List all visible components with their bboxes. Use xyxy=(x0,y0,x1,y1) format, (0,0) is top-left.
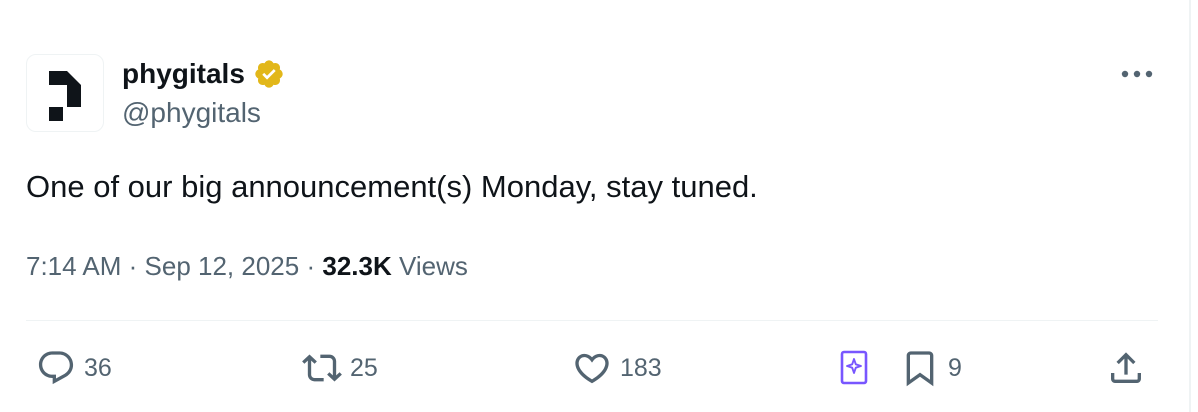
retweet-count: 25 xyxy=(350,353,378,382)
views-label: Views xyxy=(398,251,468,281)
share-button[interactable] xyxy=(1106,348,1146,388)
like-button[interactable]: 183 xyxy=(572,348,662,388)
display-name[interactable]: phygitals xyxy=(122,58,245,90)
meta-separator: · xyxy=(306,251,323,281)
tweet-card: phygitals @phygitals One of our big anno… xyxy=(0,0,1198,412)
avatar[interactable] xyxy=(26,54,104,132)
verified-badge-icon[interactable] xyxy=(253,58,285,90)
retweet-button[interactable]: 25 xyxy=(302,348,378,388)
like-count: 183 xyxy=(620,353,662,382)
reply-button[interactable]: 36 xyxy=(36,348,112,388)
grok-bookmark-icon xyxy=(840,350,868,385)
tweet-text: One of our big announcement(s) Monday, s… xyxy=(26,169,758,204)
phygitals-logo-icon xyxy=(49,71,81,121)
view-count: 32.3K xyxy=(322,251,392,281)
author-name-row: phygitals xyxy=(122,56,285,92)
reply-count: 36 xyxy=(84,353,112,382)
bookmark-icon xyxy=(906,351,934,387)
reply-icon xyxy=(38,351,74,385)
share-icon xyxy=(1111,352,1141,383)
tweet-time[interactable]: 7:14 AM xyxy=(26,251,121,281)
tweet-date[interactable]: Sep 12, 2025 xyxy=(145,251,300,281)
right-border xyxy=(1189,0,1191,412)
heart-icon xyxy=(575,353,609,384)
grok-button[interactable] xyxy=(836,348,872,388)
retweet-icon xyxy=(302,354,342,382)
more-icon xyxy=(1121,70,1153,78)
bookmark-button[interactable]: 9 xyxy=(900,348,962,388)
meta-separator: · xyxy=(128,251,145,281)
author-handle[interactable]: @phygitals xyxy=(122,97,261,129)
bookmark-count: 9 xyxy=(948,353,962,382)
tweet-meta: 7:14 AM · Sep 12, 2025 · 32.3K Views xyxy=(26,249,468,283)
divider xyxy=(26,320,1158,321)
more-options-button[interactable] xyxy=(1116,58,1158,90)
